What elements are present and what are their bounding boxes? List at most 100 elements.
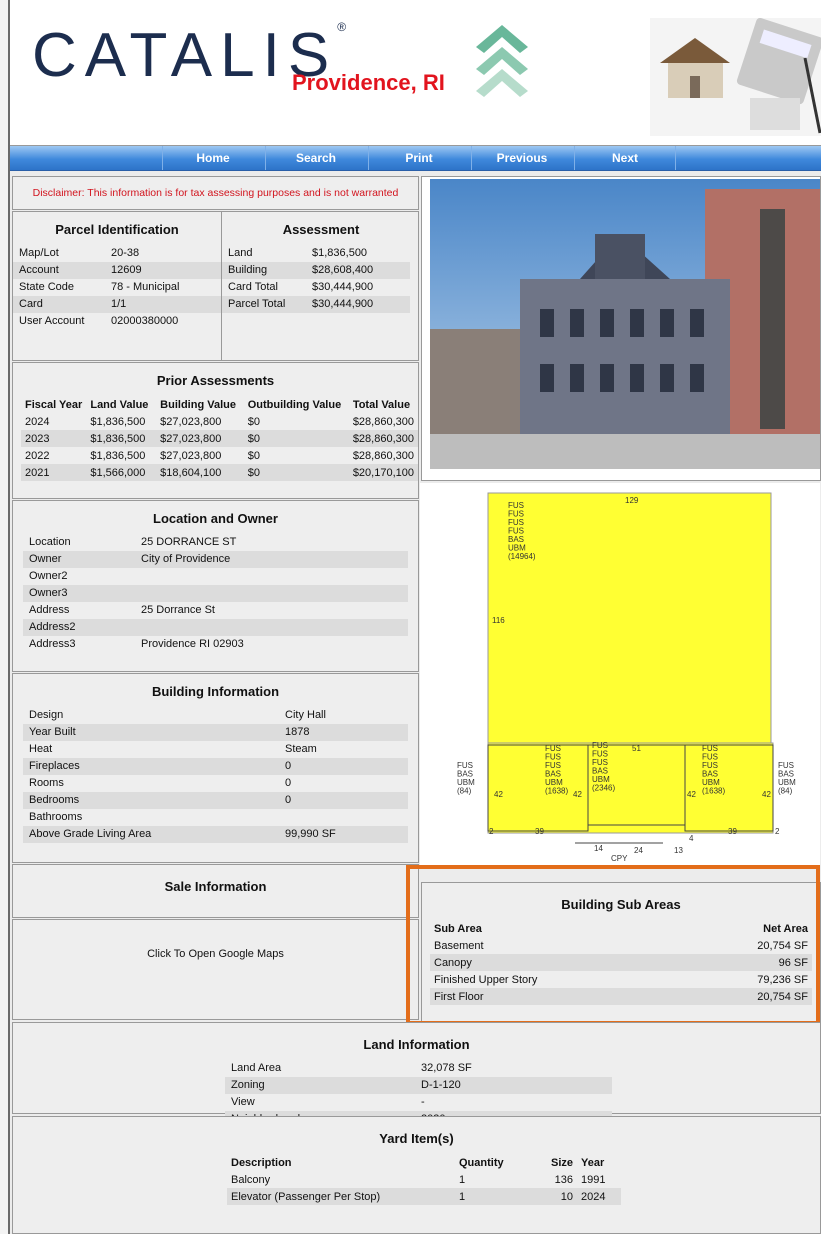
table-cell: Balcony [231, 1173, 271, 1186]
kv-value: 99,990 SF [285, 828, 336, 840]
table-cell: 1991 [581, 1173, 606, 1186]
sketch-42-b: 42 [573, 790, 582, 799]
kv-row: Design City Hall [23, 707, 408, 724]
kv-value: Steam [285, 743, 317, 755]
kv-row: Card Total $30,444,900 [222, 279, 410, 296]
table-cell: Elevator (Passenger Per Stop) [227, 1188, 455, 1205]
table-cell: 1 [459, 1173, 466, 1186]
kv-label: Location [29, 536, 71, 548]
parcel-title: Parcel Identification [55, 222, 179, 237]
kv-row: Address 25 Dorrance St [23, 602, 408, 619]
sketch-2-a: 2 [489, 827, 494, 836]
nav-print-link[interactable]: Print [368, 146, 469, 170]
sale-title: Sale Information [164, 879, 267, 894]
table-cell: $1,836,500 [90, 415, 146, 428]
kv-row: Bathrooms [23, 809, 408, 826]
kv-value: City of Providence [141, 553, 231, 565]
kv-value: 78 - Municipal [111, 281, 180, 293]
kv-label: Rooms [29, 777, 64, 789]
table-cell: $0 [243, 430, 349, 447]
kv-label: Year Built [29, 726, 76, 738]
location-title: Location and Owner [153, 511, 278, 526]
kv-row: Owner2 [23, 568, 408, 585]
land-title: Land Information [363, 1037, 470, 1052]
sale-info-panel: Sale Information [12, 864, 419, 918]
kv-label: Owner [29, 553, 62, 565]
kv-label: View [231, 1096, 255, 1108]
city-name: Providence, RI [292, 70, 445, 95]
kv-label: Bathrooms [29, 811, 83, 823]
google-maps-link[interactable]: Click To Open Google Maps [13, 948, 418, 960]
table-row: 2022 $1,836,500 $27,023,800 $0 $28,860,300 [21, 447, 418, 464]
kv-row: Year Built 1878 [23, 724, 408, 741]
kv-row: Parcel Total $30,444,900 [222, 296, 410, 313]
kv-label: Heat [29, 743, 53, 755]
kv-label: Address3 [29, 638, 76, 650]
kv-row: Address3 Providence RI 02903 [23, 636, 408, 653]
location-rows: Location 25 DORRANCE ST Owner City of Provi… [13, 534, 418, 653]
house-calculator-image [650, 18, 821, 136]
kv-row: Land Area 32,078 SF [225, 1060, 612, 1077]
nav-search-link[interactable]: Search [265, 146, 366, 170]
kv-label: Parcel Total [228, 298, 286, 310]
table-row: Balcony 1 136 1991 [227, 1171, 621, 1188]
table-header: Total Value [352, 398, 411, 411]
table-row: 2023 $1,836,500 $27,023,800 $0 $28,860,300 [21, 430, 418, 447]
assessment: Assessment Land $1,836,500 Building $28,608… [221, 212, 420, 360]
kv-value: - [421, 1096, 425, 1108]
parcel-assessment-panel: Parcel Identification Map/Lot 20-38 Accoun… [12, 211, 419, 361]
parcel-rows: Map/Lot 20-38 Account 12609 State Code 78 - M… [13, 245, 221, 330]
table-row: 2024 $1,836,500 $27,023,800 $0 $28,860,300 [21, 413, 418, 430]
city-hall-photo[interactable] [430, 179, 820, 469]
table-cell: $18,604,100 [156, 464, 244, 481]
prior-assessments-table: Fiscal Year Land Value Building Value Outbu… [21, 396, 418, 481]
kv-label: Zoning [231, 1079, 265, 1091]
nav-previous-link[interactable]: Previous [471, 146, 572, 170]
land-info-panel: Land Information Land Area 32,078 SF Zonin… [12, 1022, 821, 1128]
kv-row: Owner3 [23, 585, 408, 602]
kv-value: 0 [285, 777, 292, 789]
kv-label: User Account [19, 315, 85, 327]
nav-next-link[interactable]: Next [574, 146, 676, 170]
kv-row: Building $28,608,400 [222, 262, 410, 279]
building-sketch: FUS FUS FUS FUS BAS UBM (14964) 129 116 51 FUS… [420, 483, 820, 866]
kv-row: Location 25 DORRANCE ST [23, 534, 408, 551]
table-cell: $1,566,000 [86, 464, 157, 481]
kv-value: 12609 [111, 264, 142, 276]
sketch-39-b: 39 [728, 827, 737, 836]
nav-home-link[interactable]: Home [162, 146, 263, 170]
table-header: Size [550, 1156, 573, 1169]
table-cell: 136 [554, 1173, 573, 1186]
kv-label: Card [19, 298, 43, 310]
kv-value: 1/1 [111, 298, 127, 310]
kv-value: 25 Dorrance St [141, 604, 215, 616]
building-info-panel: Building Information Design City Hall Year… [12, 673, 419, 863]
kv-label: Above Grade Living Area [29, 828, 152, 840]
table-cell: $27,023,800 [160, 449, 222, 462]
table-header: Building Value [160, 398, 236, 411]
kv-label: Bedrooms [29, 794, 80, 806]
kv-label: Land Area [231, 1062, 282, 1074]
table-cell: $20,170,100 [348, 464, 418, 481]
kv-label: Map/Lot [19, 247, 59, 259]
sketch-2-b: 2 [775, 827, 780, 836]
table-header: Fiscal Year [25, 398, 83, 411]
sketch-39-a: 39 [535, 827, 544, 836]
table-header: Outbuilding Value [247, 398, 342, 411]
sketch-cpy: CPY [611, 854, 628, 863]
parcel-identification: Parcel Identification Map/Lot 20-38 Accoun… [13, 212, 221, 330]
kv-row: Account 12609 [13, 262, 221, 279]
nav-bar: Home Search Print Previous Next [10, 146, 821, 171]
table-cell: 2023 [21, 430, 87, 447]
building-rows: Design City Hall Year Built 1878 Heat Steam Fi… [13, 707, 418, 843]
table-header: Year [581, 1156, 605, 1169]
kv-row: View - [225, 1094, 612, 1111]
table-cell: 1 [455, 1188, 533, 1205]
sketch-42-c: 42 [687, 790, 696, 799]
kv-value: 1878 [285, 726, 310, 738]
google-maps-panel[interactable]: Click To Open Google Maps [12, 919, 419, 1020]
kv-label: Address2 [29, 621, 76, 633]
kv-label: Design [29, 709, 64, 721]
kv-label: Card Total [228, 281, 278, 293]
property-photo-panel [421, 176, 821, 481]
